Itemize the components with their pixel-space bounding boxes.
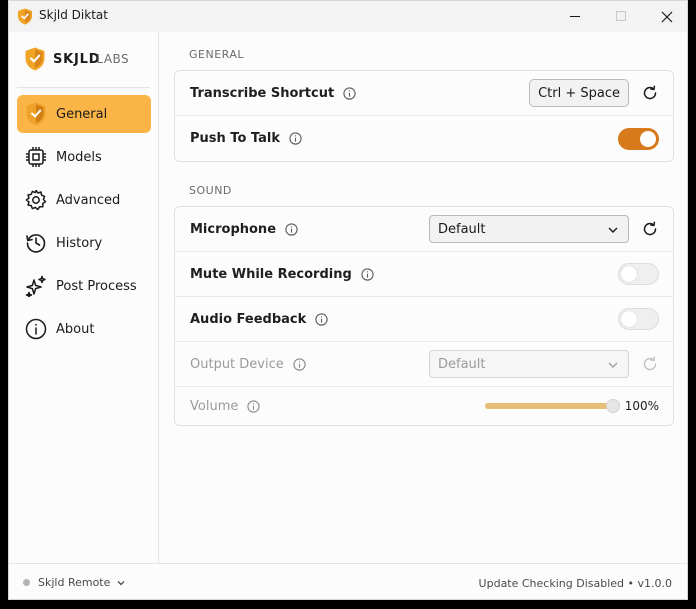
sidebar-item-models[interactable]: Models [17, 138, 151, 176]
sidebar: SKJLD LABS General Models Advanced Histo… [9, 32, 159, 563]
transcribe-shortcut-row: Transcribe Shortcut Ctrl + Space [175, 71, 673, 116]
sidebar-divider [17, 87, 150, 88]
mute-while-recording-toggle[interactable] [618, 263, 659, 285]
sidebar-item-label: Models [56, 149, 102, 165]
brand-logo: SKJLD LABS [25, 47, 129, 71]
minimize-icon [569, 16, 580, 17]
output-device-select[interactable]: Default [429, 350, 629, 378]
info-icon[interactable] [285, 222, 298, 236]
audio-feedback-toggle[interactable] [618, 308, 659, 330]
status-dot [23, 579, 30, 586]
push-to-talk-label: Push To Talk [190, 131, 280, 146]
volume-slider-fill [484, 403, 613, 409]
info-icon[interactable] [293, 357, 306, 371]
microphone-select[interactable]: Default [429, 215, 629, 243]
update-status-text: Update Checking Disabled • v1.0.0 [478, 577, 672, 590]
sound-card: Microphone Default Mute While Recording [174, 206, 674, 426]
shield-logo-icon [18, 8, 32, 25]
refresh-output-devices-button[interactable] [641, 355, 659, 373]
push-to-talk-row: Push To Talk [175, 116, 673, 161]
close-button[interactable] [644, 1, 687, 32]
info-icon[interactable] [343, 86, 356, 100]
volume-row: Volume 100% [175, 387, 673, 425]
volume-slider[interactable] [484, 399, 620, 413]
sidebar-item-label: Post Process [56, 278, 137, 294]
remote-selector[interactable]: Skjld Remote [23, 576, 126, 589]
brand-suffix: LABS [96, 52, 130, 66]
general-card: Transcribe Shortcut Ctrl + Space Push To… [174, 70, 674, 162]
history-icon [24, 231, 48, 255]
volume-slider-thumb[interactable] [605, 399, 620, 413]
sidebar-item-label: General [56, 106, 108, 122]
chevron-down-icon [608, 227, 618, 233]
section-title-sound: SOUND [189, 184, 232, 197]
microphone-select-value: Default [438, 221, 486, 237]
maximize-button[interactable] [598, 1, 644, 32]
toggle-knob [621, 311, 637, 327]
minimize-button[interactable] [552, 1, 598, 32]
maximize-icon [615, 11, 626, 21]
audio-feedback-label: Audio Feedback [190, 311, 307, 327]
remote-label: Skjld Remote [38, 576, 111, 589]
output-device-row: Output Device Default [175, 342, 673, 387]
chevron-down-icon [608, 362, 618, 368]
volume-value: 100% [624, 399, 659, 413]
microphone-row: Microphone Default [175, 207, 673, 252]
refresh-microphones-button[interactable] [641, 220, 659, 238]
microphone-label: Microphone [190, 221, 277, 237]
settings-panel: GENERAL Transcribe Shortcut Ctrl + Space… [160, 32, 687, 563]
audio-feedback-row: Audio Feedback [175, 297, 673, 342]
info-icon[interactable] [247, 399, 261, 413]
title-bar: Skjld Diktat [9, 1, 687, 32]
refresh-icon [643, 221, 657, 236]
shortcut-key-button[interactable]: Ctrl + Space [529, 79, 629, 107]
shield-logo-icon [25, 47, 45, 71]
shield-icon [24, 102, 48, 126]
status-footer: Skjld Remote Update Checking Disabled • … [9, 563, 687, 599]
brand-name: SKJLD [53, 51, 101, 67]
app-window: Skjld Diktat SKJLD LABS General Models A… [8, 0, 688, 600]
close-icon [661, 11, 673, 22]
reset-shortcut-button[interactable] [641, 84, 659, 102]
info-icon[interactable] [289, 132, 302, 145]
volume-label: Volume [190, 398, 239, 414]
gear-icon [24, 188, 48, 212]
sidebar-item-post-process[interactable]: Post Process [17, 267, 151, 305]
mute-while-recording-label: Mute While Recording [190, 266, 352, 282]
sidebar-nav: General Models Advanced History Post Pro… [17, 95, 151, 353]
transcribe-shortcut-label: Transcribe Shortcut [190, 85, 335, 101]
sidebar-item-label: About [56, 321, 95, 337]
chevron-down-icon [117, 580, 125, 585]
info-circle-icon [24, 317, 48, 341]
sidebar-item-advanced[interactable]: Advanced [17, 181, 151, 219]
window-title: Skjld Diktat [39, 8, 108, 22]
toggle-knob [621, 266, 637, 282]
section-title-general: GENERAL [189, 48, 245, 61]
sidebar-item-label: Advanced [56, 192, 121, 208]
sidebar-item-history[interactable]: History [17, 224, 151, 262]
info-icon[interactable] [361, 267, 374, 281]
toggle-knob [640, 130, 656, 147]
cpu-icon [24, 145, 48, 169]
push-to-talk-toggle[interactable] [618, 127, 659, 150]
refresh-icon [643, 85, 657, 100]
sparkles-icon [24, 274, 48, 298]
refresh-icon [643, 356, 657, 371]
sidebar-item-general[interactable]: General [17, 95, 151, 133]
mute-while-recording-row: Mute While Recording [175, 252, 673, 297]
output-device-label: Output Device [190, 356, 284, 372]
sidebar-item-about[interactable]: About [17, 310, 151, 348]
output-device-select-value: Default [438, 356, 486, 372]
info-icon[interactable] [315, 312, 328, 326]
sidebar-item-label: History [56, 235, 103, 251]
